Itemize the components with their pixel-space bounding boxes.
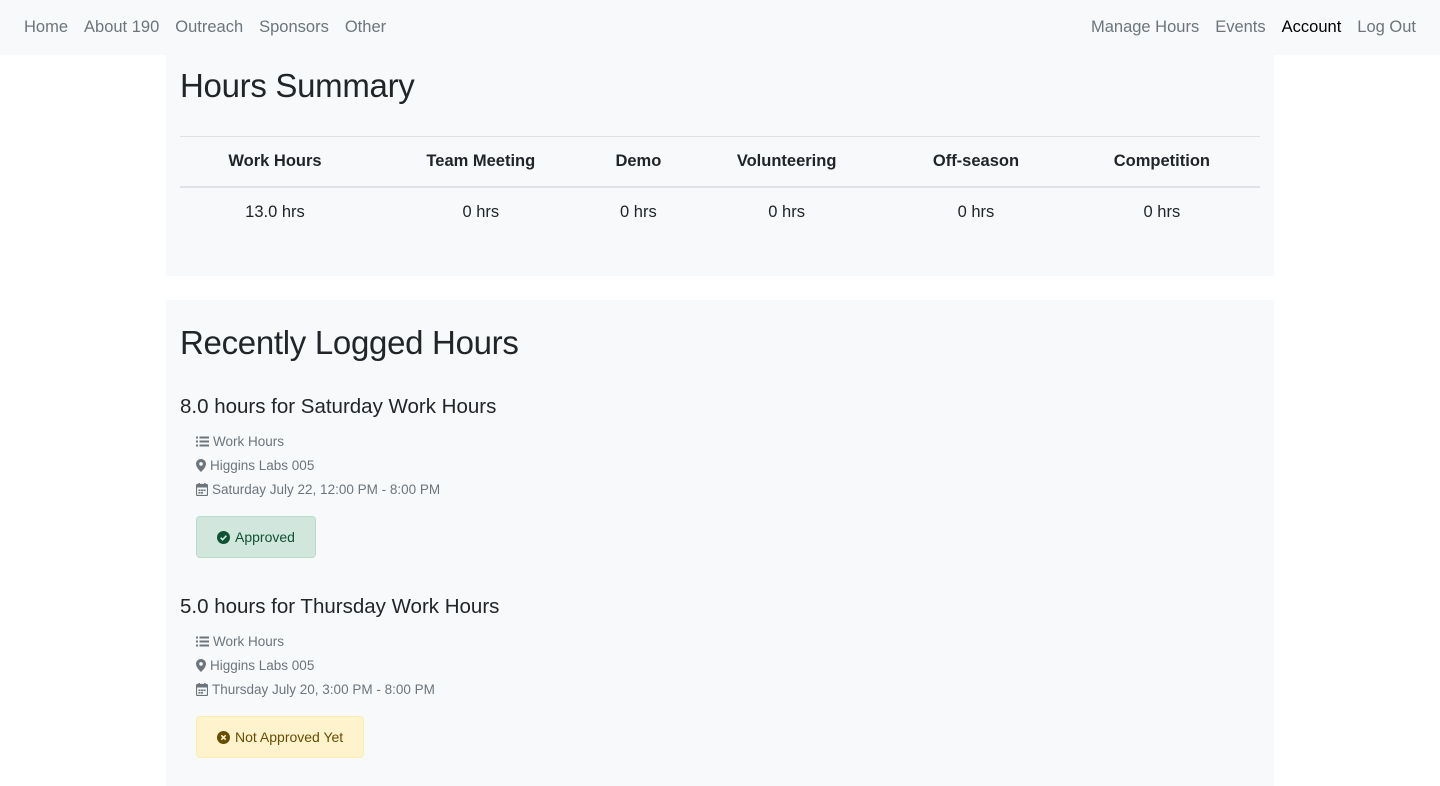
entry-category: Work Hours	[196, 429, 496, 453]
entry-location: Higgins Labs 005	[196, 653, 499, 677]
map-pin-icon	[196, 458, 206, 472]
header-competition: Competition	[1063, 136, 1260, 188]
nav-right: Manage Hours Events Account Log Out	[1083, 18, 1424, 37]
nav-logout-link[interactable]: Log Out	[1349, 18, 1424, 37]
map-pin-icon	[196, 658, 206, 672]
calendar-icon	[196, 482, 208, 496]
entry-category-label: Work Hours	[213, 433, 285, 449]
hours-summary-title: Hours Summary	[180, 67, 415, 104]
header-off-season: Off-season	[888, 136, 1064, 188]
top-navbar: Home About 190 Outreach Sponsors Other M…	[0, 0, 1440, 55]
list-icon	[196, 436, 209, 446]
entry-location: Higgins Labs 005	[196, 453, 496, 477]
entry-location-label: Higgins Labs 005	[210, 657, 315, 673]
nav-other-link[interactable]: Other	[337, 18, 394, 37]
entry-meta: Work Hours Higgins Labs 005 Thursday Jul…	[196, 629, 499, 701]
entry-category-label: Work Hours	[213, 633, 285, 649]
nav-events-link[interactable]: Events	[1207, 18, 1273, 37]
hours-summary-table: Work Hours Team Meeting Demo Volunteerin…	[180, 136, 1260, 237]
nav-left: Home About 190 Outreach Sponsors Other	[16, 18, 394, 37]
entry-datetime-label: Saturday July 22, 12:00 PM - 8:00 PM	[212, 481, 441, 497]
header-team-meeting: Team Meeting	[369, 136, 592, 188]
status-badge-label: Not Approved Yet	[235, 729, 344, 745]
hours-entry: 8.0 hours for Saturday Work Hours Work H…	[180, 394, 496, 558]
value-demo: 0 hrs	[620, 202, 657, 221]
header-demo: Demo	[591, 136, 686, 188]
check-circle-icon	[217, 530, 230, 544]
hours-summary-card: Hours Summary Work Hours Team Meeting De…	[166, 55, 1274, 276]
table-row: 13.0 hrs 0 hrs 0 hrs 0 hrs 0 hrs 0 hrs	[180, 187, 1260, 237]
table-header-row: Work Hours Team Meeting Demo Volunteerin…	[180, 136, 1260, 188]
recent-hours-card: Recently Logged Hours 8.0 hours for Satu…	[166, 300, 1274, 786]
status-badge-label: Approved	[235, 529, 295, 545]
value-competition: 0 hrs	[1143, 202, 1181, 221]
entry-datetime-label: Thursday July 20, 3:00 PM - 8:00 PM	[212, 681, 435, 697]
hours-entry: 5.0 hours for Thursday Work Hours Work H…	[180, 594, 499, 758]
header-volunteering: Volunteering	[685, 136, 889, 188]
entry-datetime: Thursday July 20, 3:00 PM - 8:00 PM	[196, 677, 499, 701]
x-circle-icon	[217, 730, 230, 744]
entry-title: 8.0 hours for Saturday Work Hours	[180, 395, 497, 418]
entry-datetime: Saturday July 22, 12:00 PM - 8:00 PM	[196, 477, 496, 501]
nav-account-link[interactable]: Account	[1274, 18, 1350, 37]
value-work-hours: 13.0 hrs	[245, 202, 305, 221]
nav-sponsors-link[interactable]: Sponsors	[251, 18, 337, 37]
status-badge: Approved	[196, 516, 316, 558]
recent-hours-title: Recently Logged Hours	[180, 324, 519, 361]
value-team-meeting: 0 hrs	[462, 202, 500, 221]
entry-meta: Work Hours Higgins Labs 005 Saturday Jul…	[196, 429, 496, 501]
header-work-hours: Work Hours	[180, 136, 370, 188]
nav-home-link[interactable]: Home	[16, 18, 76, 37]
status-badge: Not Approved Yet	[196, 716, 365, 758]
nav-about-link[interactable]: About 190	[76, 18, 167, 37]
entry-location-label: Higgins Labs 005	[210, 457, 315, 473]
calendar-icon	[196, 682, 208, 696]
nav-outreach-link[interactable]: Outreach	[167, 18, 251, 37]
entry-title: 5.0 hours for Thursday Work Hours	[180, 595, 500, 618]
entry-category: Work Hours	[196, 629, 499, 653]
list-icon	[196, 636, 209, 646]
value-volunteering: 0 hrs	[768, 202, 805, 221]
nav-manage-hours-link[interactable]: Manage Hours	[1083, 18, 1207, 37]
value-off-season: 0 hrs	[957, 202, 995, 221]
